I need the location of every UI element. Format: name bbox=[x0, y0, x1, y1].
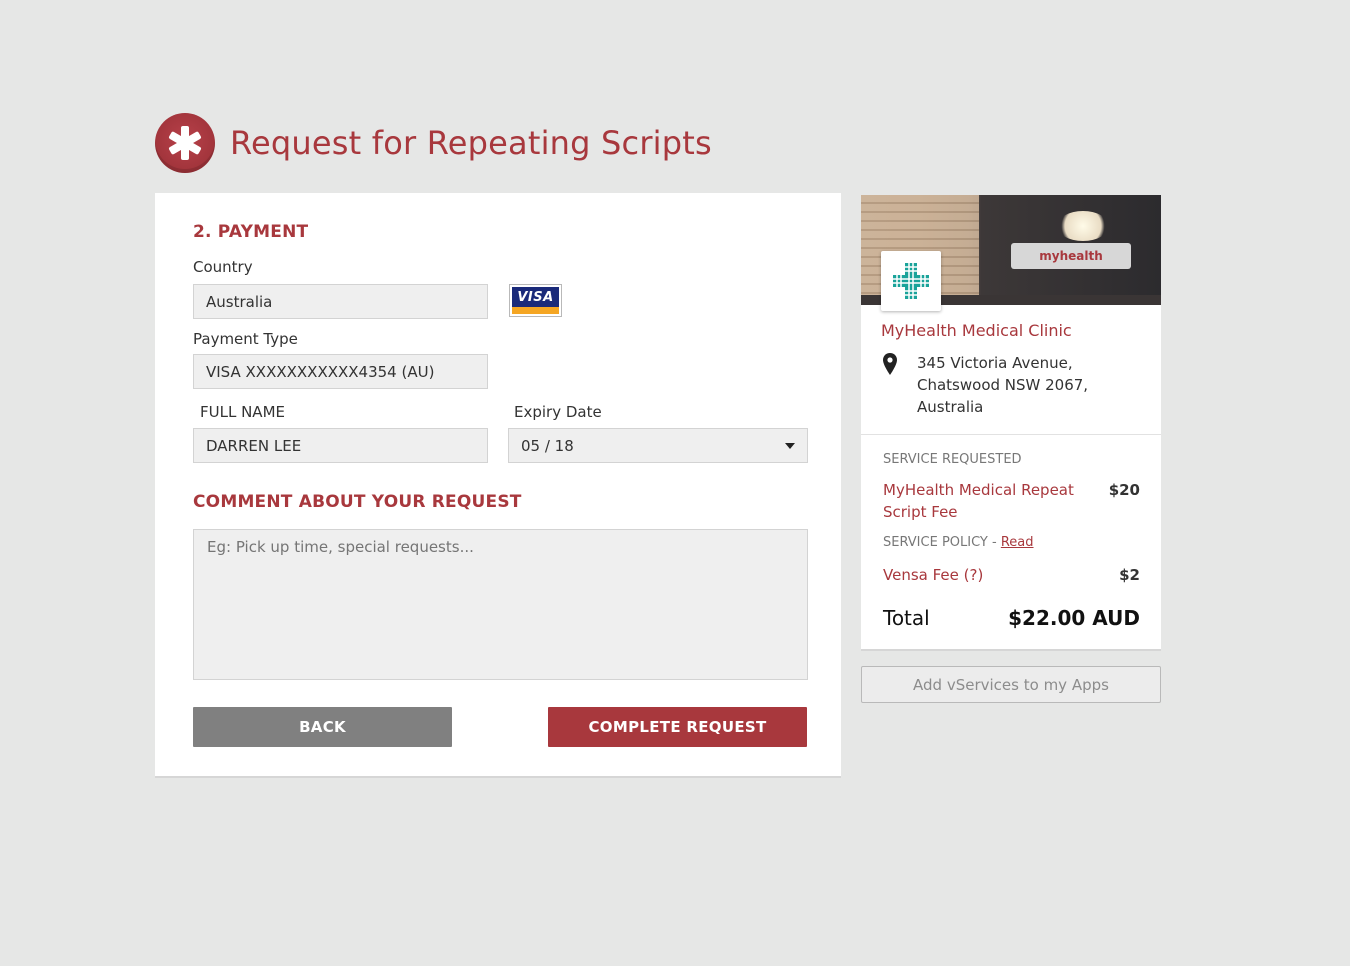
service-name-line-1: MyHealth Medical Repeat bbox=[883, 481, 1074, 499]
payment-type-value: VISA XXXXXXXXXXX4354 (AU) bbox=[206, 362, 435, 381]
comment-textarea[interactable] bbox=[193, 529, 808, 680]
clinic-sign: myhealth bbox=[1011, 243, 1131, 269]
service-name: MyHealth Medical Repeat Script Fee bbox=[883, 479, 1083, 523]
page-title: Request for Repeating Scripts bbox=[230, 124, 712, 162]
service-policy: SERVICE POLICY - Read bbox=[883, 535, 1034, 550]
asterisk-logo-icon bbox=[155, 113, 215, 173]
full-name-field[interactable]: DARREN LEE bbox=[193, 428, 488, 463]
clinic-address: 345 Victoria Avenue, Chatswood NSW 2067,… bbox=[917, 352, 1137, 418]
vensa-fee-name[interactable]: Vensa Fee (?) bbox=[883, 564, 983, 586]
back-button[interactable]: BACK bbox=[193, 707, 452, 747]
address-line-2: Chatswood NSW 2067, bbox=[917, 376, 1089, 394]
chevron-down-icon bbox=[785, 443, 795, 449]
expiry-date-label: Expiry Date bbox=[514, 403, 602, 421]
full-name-label: FULL NAME bbox=[200, 403, 285, 421]
visa-card-icon: VISA bbox=[509, 284, 562, 317]
expiry-date-value: 05 / 18 bbox=[521, 436, 574, 455]
total-value: $22.00 AUD bbox=[1008, 606, 1140, 630]
divider bbox=[861, 434, 1161, 435]
clinic-summary-card: myhealth MyHealth Medical Clinic 345 Vic… bbox=[861, 195, 1161, 651]
page-header: Request for Repeating Scripts bbox=[155, 113, 712, 173]
complete-request-button[interactable]: COMPLETE REQUEST bbox=[548, 707, 807, 747]
total-label: Total bbox=[883, 606, 930, 630]
service-name-line-2: Script Fee bbox=[883, 503, 958, 521]
country-label: Country bbox=[193, 258, 253, 276]
service-policy-label: SERVICE POLICY - bbox=[883, 535, 1001, 550]
vensa-fee-price: $2 bbox=[1119, 566, 1140, 584]
visa-logo-text: VISA bbox=[512, 287, 559, 307]
address-line-3: Australia bbox=[917, 398, 984, 416]
clinic-name[interactable]: MyHealth Medical Clinic bbox=[881, 321, 1072, 340]
service-policy-read-link[interactable]: Read bbox=[1001, 535, 1034, 550]
payment-section-title: 2. PAYMENT bbox=[193, 222, 309, 242]
payment-type-label: Payment Type bbox=[193, 330, 298, 348]
payment-form-card: 2. PAYMENT Country Australia VISA Paymen… bbox=[155, 193, 841, 778]
add-vservices-button[interactable]: Add vServices to my Apps bbox=[861, 666, 1161, 703]
country-field[interactable]: Australia bbox=[193, 284, 488, 319]
comment-section-title: COMMENT ABOUT YOUR REQUEST bbox=[193, 492, 522, 512]
service-requested-label: SERVICE REQUESTED bbox=[883, 452, 1022, 467]
visa-stripe bbox=[512, 307, 559, 314]
service-price: $20 bbox=[1108, 481, 1140, 499]
photo-lamp bbox=[1057, 211, 1109, 241]
payment-type-field[interactable]: VISA XXXXXXXXXXX4354 (AU) bbox=[193, 354, 488, 389]
location-pin-icon bbox=[883, 353, 897, 379]
country-value: Australia bbox=[206, 292, 273, 311]
address-line-1: 345 Victoria Avenue, bbox=[917, 354, 1073, 372]
medical-cross-icon bbox=[881, 251, 941, 311]
full-name-value: DARREN LEE bbox=[206, 436, 302, 455]
expiry-date-select[interactable]: 05 / 18 bbox=[508, 428, 808, 463]
